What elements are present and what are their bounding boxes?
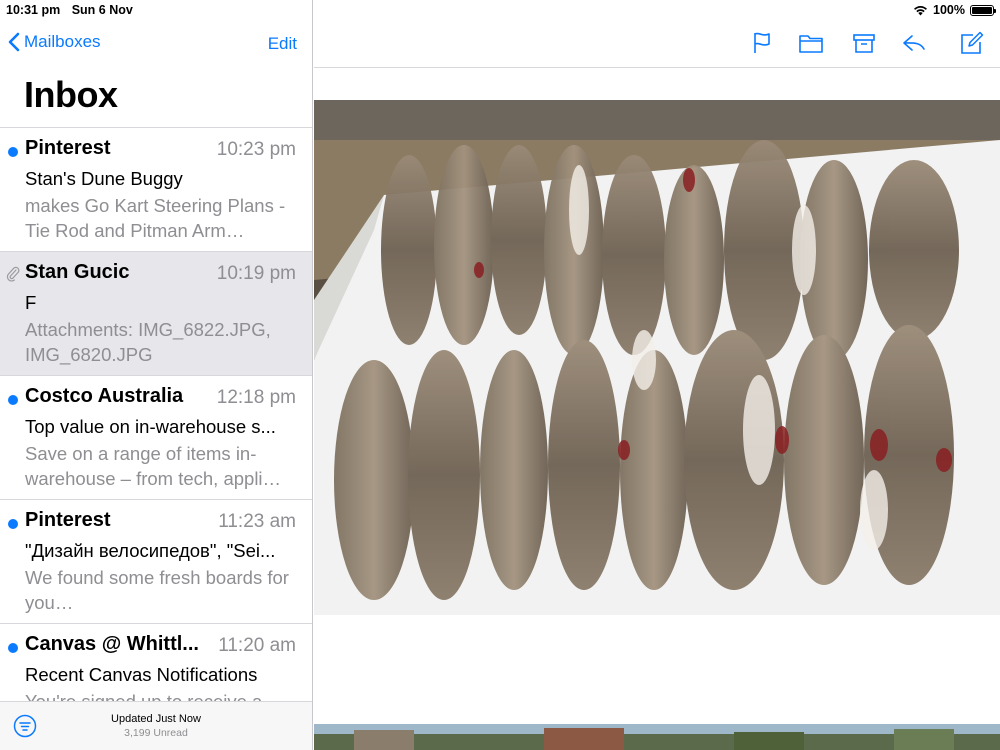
reply-icon[interactable] [901, 30, 927, 56]
updated-status: Updated Just Now [111, 713, 201, 725]
bottom-toolbar: Updated Just Now 3,199 Unread [0, 701, 312, 750]
mail-item-selected[interactable]: Stan Gucic 10:19 pm F Attachments: IMG_6… [0, 252, 312, 376]
attachment-image-1[interactable] [314, 100, 1000, 615]
edit-button[interactable]: Edit [268, 34, 297, 54]
unread-dot [8, 643, 18, 653]
unread-dot [8, 395, 18, 405]
back-button[interactable]: Mailboxes [8, 32, 101, 52]
nav-bar: Mailboxes Edit [0, 28, 313, 60]
mail-time: 10:19 pm [216, 263, 296, 284]
mail-item[interactable]: Canvas @ Whittl... 11:20 am Recent Canva… [0, 624, 312, 701]
status-bar: 10:31 pm Sun 6 Nov 100% [0, 0, 1000, 22]
status-time: 10:31 pm [6, 3, 61, 17]
mail-sender: Costco Australia [25, 385, 184, 407]
status-right: 100% [913, 3, 996, 17]
mail-item[interactable]: Pinterest 10:23 pm Stan's Dune Buggy mak… [0, 128, 312, 252]
unread-dot [8, 147, 18, 157]
mail-time: 11:23 am [218, 511, 296, 532]
page-title: Inbox [24, 74, 118, 115]
mail-sender: Canvas @ Whittl... [25, 633, 199, 655]
mail-subject: F [25, 292, 37, 313]
status-clock: 10:31 pm Sun 6 Nov [6, 3, 133, 17]
mail-subject: Stan's Dune Buggy [25, 168, 183, 189]
status-date: Sun 6 Nov [71, 3, 133, 17]
back-label: Mailboxes [24, 32, 101, 51]
mail-list[interactable]: Pinterest 10:23 pm Stan's Dune Buggy mak… [0, 127, 312, 701]
unread-dot [8, 519, 18, 529]
chevron-left-icon [8, 32, 20, 52]
unread-count: 3,199 Unread [124, 727, 188, 739]
archive-icon[interactable] [851, 30, 877, 56]
paperclip-icon [6, 266, 20, 282]
folder-icon[interactable] [798, 30, 824, 56]
mail-sender: Pinterest [25, 509, 111, 531]
mail-preview: Attachments: IMG_6822.JPG, IMG_6820.JPG [25, 319, 271, 365]
mail-item[interactable]: Pinterest 11:23 am "Дизайн велосипедов",… [0, 500, 312, 624]
mail-subject: "Дизайн велосипедов", "Sei... [25, 540, 276, 561]
battery-icon [970, 4, 996, 16]
mail-item[interactable]: Costco Australia 12:18 pm Top value on i… [0, 376, 312, 500]
mail-time: 10:23 pm [216, 139, 296, 160]
message-toolbar [314, 22, 1000, 68]
mailbox-sidebar: Mailboxes Edit Inbox Pinterest 10:23 pm … [0, 0, 313, 750]
attachment-image-2[interactable] [314, 724, 1000, 750]
flag-icon[interactable] [749, 30, 775, 56]
mail-time: 12:18 pm [216, 387, 296, 408]
mail-preview: makes Go Kart Steering Plans - Tie Rod a… [25, 195, 286, 241]
mail-preview: Save on a range of items in-warehouse – … [25, 443, 282, 489]
mail-subject: Top value on in-warehouse s... [25, 416, 276, 437]
mail-preview: We found some fresh boards for you… [25, 567, 289, 613]
mail-time: 11:20 am [218, 635, 296, 656]
battery-percent: 100% [933, 3, 965, 17]
wifi-icon [914, 5, 928, 15]
mail-sender: Stan Gucic [25, 261, 130, 283]
compose-icon[interactable] [959, 30, 985, 56]
message-detail [314, 0, 1000, 750]
mail-sender: Pinterest [25, 137, 111, 159]
mail-subject: Recent Canvas Notifications [25, 664, 258, 685]
mail-preview: You're signed up to receive a [25, 689, 297, 701]
